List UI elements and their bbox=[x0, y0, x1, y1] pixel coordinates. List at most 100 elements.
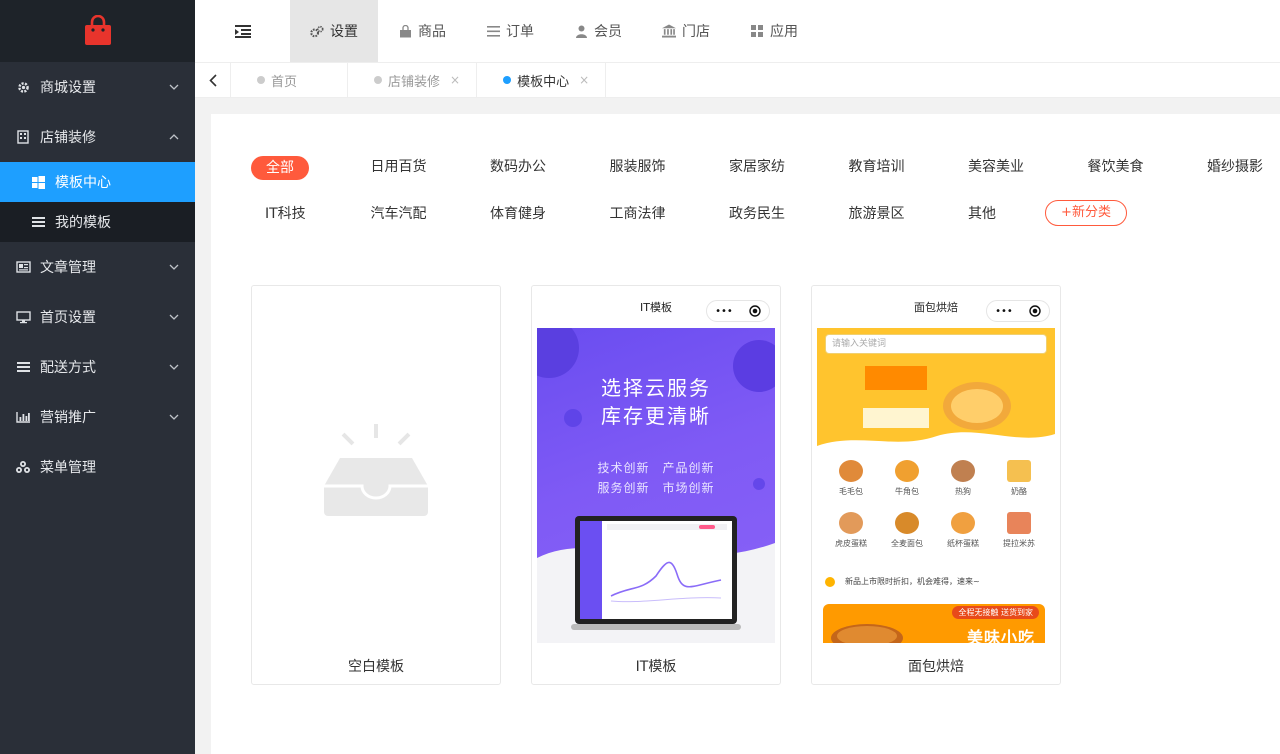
template-card-bakery[interactable]: 面包烘焙 ••• 请输入关键词 毛毛包 牛角包 热狗 奶酪 虎皮蛋糕 全麦面包 … bbox=[811, 285, 1061, 685]
cubes-icon bbox=[14, 459, 32, 475]
top-nav-orders[interactable]: 订单 bbox=[466, 0, 554, 62]
roll-cake-icon bbox=[839, 512, 863, 534]
it-tags: 技术创新 产品创新 服务创新 市场创新 bbox=[597, 461, 715, 495]
hotdog-icon bbox=[951, 460, 975, 482]
bakery-category-item: 牛角包 bbox=[879, 460, 935, 497]
store-decoration-submenu: 模板中心 我的模板 bbox=[0, 162, 195, 242]
chevron-down-icon bbox=[169, 82, 179, 92]
top-nav-members[interactable]: 会员 bbox=[554, 0, 642, 62]
bakery-category-item: 毛毛包 bbox=[823, 460, 879, 497]
top-nav-label: 设置 bbox=[330, 24, 358, 40]
sidebar-item-mall-settings[interactable]: 商城设置 bbox=[0, 62, 195, 112]
tab-store-decoration[interactable]: 店铺装修 × bbox=[348, 63, 478, 97]
template-title: IT模板 bbox=[635, 659, 677, 675]
close-icon[interactable]: × bbox=[579, 73, 589, 87]
top-nav-stores[interactable]: 门店 bbox=[642, 0, 730, 62]
category-food-dining[interactable]: 餐饮美食 bbox=[1088, 156, 1208, 180]
bakery-template-preview: 请输入关键词 毛毛包 牛角包 热狗 奶酪 虎皮蛋糕 全麦面包 纸杯蛋糕 提拉米苏… bbox=[817, 328, 1055, 643]
category-wedding-photo[interactable]: 婚纱摄影 bbox=[1207, 156, 1277, 180]
user-icon bbox=[574, 24, 588, 38]
cupcake-icon bbox=[951, 512, 975, 534]
top-nav-products[interactable]: 商品 bbox=[378, 0, 466, 62]
bakery-banner: 请输入关键词 bbox=[817, 328, 1055, 453]
category-automotive[interactable]: 汽车汽配 bbox=[371, 203, 491, 223]
promo-title: 美味小吃 bbox=[966, 628, 1035, 643]
category-digital-office[interactable]: 数码办公 bbox=[490, 156, 610, 180]
top-nav-apps[interactable]: 应用 bbox=[730, 0, 818, 62]
sidebar-item-article-management[interactable]: 文章管理 bbox=[0, 242, 195, 292]
category-government[interactable]: 政务民生 bbox=[729, 203, 849, 223]
category-all[interactable]: 全部 bbox=[251, 156, 309, 180]
top-nav-label: 商品 bbox=[418, 24, 446, 40]
sidebar-toggle-button[interactable] bbox=[195, 0, 290, 62]
monitor-icon bbox=[14, 309, 32, 325]
shopping-bag-icon bbox=[398, 24, 412, 38]
sidebar-item-delivery-methods[interactable]: 配送方式 bbox=[0, 342, 195, 392]
sidebar-item-template-center[interactable]: 模板中心 bbox=[0, 162, 195, 202]
sidebar-item-label: 商城设置 bbox=[40, 80, 96, 96]
template-card-it[interactable]: IT模板 ••• 选择云服务 库存更清晰 技术创新 产品创新 服务创新 市场创新 bbox=[531, 285, 781, 685]
bakery-announcement: 新品上市限时折扣，机会难得，速来~ bbox=[825, 576, 980, 587]
sidebar-item-homepage-settings[interactable]: 首页设置 bbox=[0, 292, 195, 342]
building-icon bbox=[14, 129, 32, 145]
sidebar-item-label: 首页设置 bbox=[40, 310, 96, 326]
logo[interactable] bbox=[0, 0, 195, 62]
bakery-category-item: 热狗 bbox=[935, 460, 991, 497]
bread-icon bbox=[839, 460, 863, 482]
mini-program-capsule: ••• bbox=[986, 300, 1050, 322]
phone-title: 面包烘焙 bbox=[914, 301, 958, 314]
indent-icon bbox=[234, 24, 251, 38]
laptop-illustration bbox=[571, 516, 741, 630]
list-icon bbox=[486, 24, 500, 38]
tab-home[interactable]: 首页 bbox=[231, 63, 349, 97]
category-sports-fitness[interactable]: 体育健身 bbox=[490, 203, 610, 223]
tabs-scroll-left-button[interactable] bbox=[195, 63, 231, 97]
top-nav-label: 应用 bbox=[770, 24, 798, 40]
announcement-icon bbox=[825, 576, 835, 587]
tab-label: 模板中心 bbox=[517, 74, 570, 90]
sidebar-item-my-templates[interactable]: 我的模板 bbox=[0, 202, 195, 242]
croissant-icon bbox=[895, 460, 919, 482]
bakery-search-input: 请输入关键词 bbox=[825, 334, 1047, 354]
category-education[interactable]: 教育培训 bbox=[849, 156, 969, 180]
bar-chart-icon bbox=[14, 409, 32, 425]
bank-icon bbox=[662, 24, 676, 38]
loaf-icon bbox=[895, 512, 919, 534]
template-card-blank[interactable]: 空白模板 bbox=[251, 285, 501, 685]
list-icon bbox=[14, 359, 32, 375]
tab-label: 首页 bbox=[271, 74, 298, 90]
category-home-textiles[interactable]: 家居家纺 bbox=[729, 156, 849, 180]
bakery-category-item: 虎皮蛋糕 bbox=[823, 512, 879, 549]
add-category-button[interactable]: +新分类 bbox=[1045, 200, 1127, 226]
template-title: 空白模板 bbox=[348, 659, 404, 675]
tab-template-center[interactable]: 模板中心 × bbox=[477, 63, 607, 97]
shopping-bag-logo-icon bbox=[84, 15, 111, 45]
it-headline: 选择云服务 库存更清晰 bbox=[601, 376, 711, 428]
page-tabs: 首页 店铺装修 × 模板中心 × bbox=[195, 62, 1280, 98]
sidebar-item-marketing[interactable]: 营销推广 bbox=[0, 392, 195, 442]
chevron-left-icon bbox=[208, 73, 217, 87]
bakery-category-item: 纸杯蛋糕 bbox=[935, 512, 991, 549]
it-template-preview: 选择云服务 库存更清晰 技术创新 产品创新 服务创新 市场创新 bbox=[537, 328, 775, 643]
sidebar-item-label: 模板中心 bbox=[55, 175, 111, 191]
top-nav-settings[interactable]: 设置 bbox=[290, 0, 378, 62]
category-other[interactable]: 其他 bbox=[968, 203, 1045, 223]
close-icon[interactable]: × bbox=[450, 73, 460, 87]
more-icon: ••• bbox=[995, 305, 1013, 317]
empty-inbox-icon bbox=[324, 424, 428, 516]
category-tourism[interactable]: 旅游景区 bbox=[849, 203, 969, 223]
category-apparel[interactable]: 服装服饰 bbox=[610, 156, 730, 180]
sidebar-item-label: 菜单管理 bbox=[40, 460, 96, 476]
phone-header: IT模板 ••• bbox=[532, 286, 780, 328]
sidebar-item-menu-management[interactable]: 菜单管理 bbox=[0, 442, 195, 492]
category-beauty[interactable]: 美容美业 bbox=[968, 156, 1088, 180]
category-daily-goods[interactable]: 日用百货 bbox=[371, 156, 491, 180]
top-nav-label: 会员 bbox=[594, 24, 622, 40]
sidebar-item-store-decoration[interactable]: 店铺装修 bbox=[0, 112, 195, 162]
category-it-tech[interactable]: IT科技 bbox=[251, 203, 371, 223]
gears-icon bbox=[310, 24, 324, 38]
sidebar-item-label: 配送方式 bbox=[40, 360, 96, 376]
newspaper-icon bbox=[14, 259, 32, 275]
category-business-law[interactable]: 工商法律 bbox=[610, 203, 730, 223]
sidebar-item-label: 我的模板 bbox=[55, 215, 111, 231]
